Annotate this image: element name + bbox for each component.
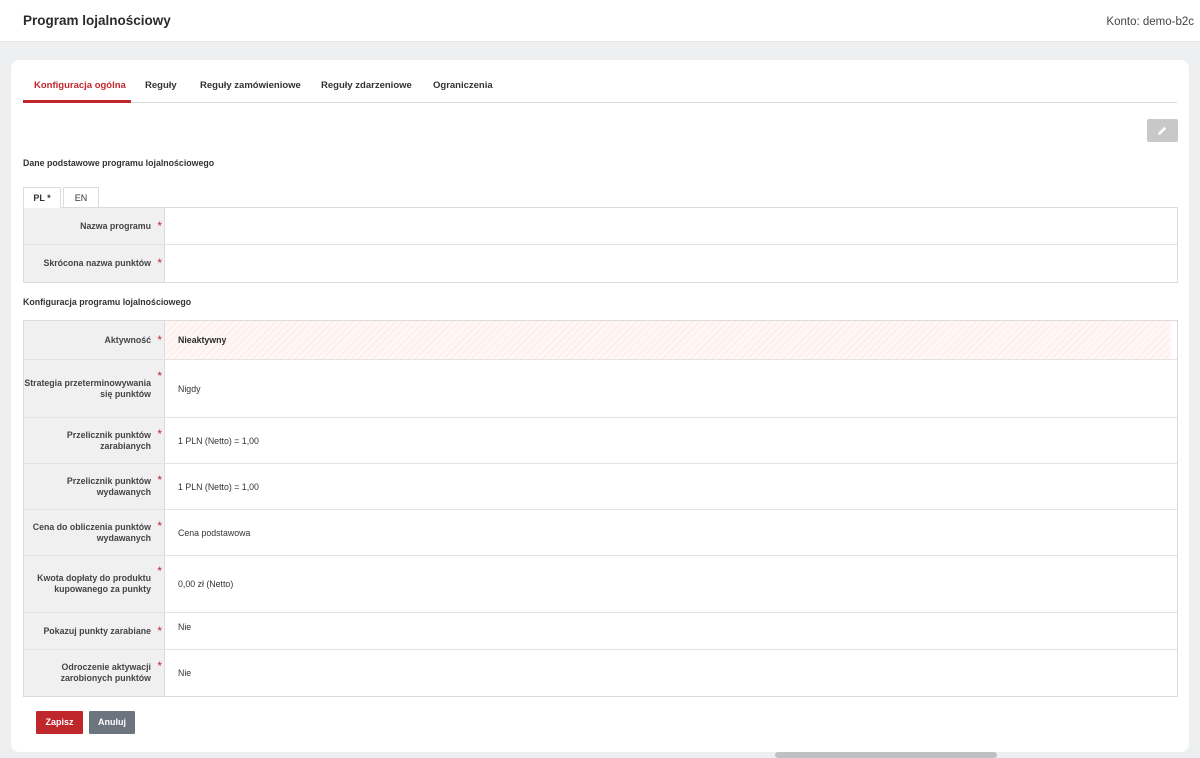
page-title: Program lojalnościowy [23, 13, 171, 28]
field-label: Aktywność * [24, 321, 165, 359]
basic-section-title: Dane podstawowe programu lojalnościowego [23, 158, 215, 168]
show-earned-points-value: Nie [178, 622, 192, 632]
expiry-strategy-value: Nigdy [178, 383, 201, 394]
form-row: Cena do obliczenia punktów wydawanych * C… [24, 510, 1177, 556]
form-row: Pokazuj punkty zarabiane * Nie [24, 613, 1177, 650]
cancel-button[interactable]: Anuluj [89, 711, 135, 734]
field-label: Skrócona nazwa punktów * [24, 245, 165, 282]
lang-tab-en[interactable]: EN [63, 187, 99, 208]
field-label: Odroczenie aktywacji zarobionych punktów… [24, 650, 165, 696]
field-label: Kwota dopłaty do produktu kupowanego za … [24, 556, 165, 612]
program-name-field[interactable] [165, 208, 1177, 244]
field-label: Przelicznik punktów zarabianych * [24, 418, 165, 463]
form-row: Strategia przeterminowywania się punktów… [24, 360, 1177, 418]
form-row: Nazwa programu * [24, 208, 1177, 245]
form-row: Przelicznik punktów wydawanych * 1 PLN (N… [24, 464, 1177, 510]
tab-limits[interactable]: Ograniczenia [433, 80, 493, 91]
spent-points-price-value: Cena podstawowa [178, 527, 251, 538]
lang-tab-pl[interactable]: PL * [23, 187, 61, 208]
field-label: Pokazuj punkty zarabiane * [24, 613, 165, 649]
form-row: Skrócona nazwa punktów * [24, 245, 1177, 282]
field-label: Nazwa programu * [24, 208, 165, 244]
earned-points-rate-value: 1 PLN (Netto) = 1,00 [178, 435, 259, 446]
active-tab-indicator [23, 100, 131, 103]
config-section-title: Konfiguracja programu lojalnościowego [23, 297, 192, 307]
basic-form: Nazwa programu * Skrócona nazwa punktów * [23, 207, 1178, 283]
tab-rules[interactable]: Reguły [145, 80, 177, 91]
main-card: Konfiguracja ogólna Reguły Reguły zamówi… [11, 60, 1189, 752]
field-label: Strategia przeterminowywania się punktów… [24, 360, 165, 417]
tab-general-config[interactable]: Konfiguracja ogólna [34, 80, 126, 91]
activation-delay-value: Nie [178, 668, 192, 678]
config-form: Aktywność * Nieaktywny Strategia przeterm… [23, 320, 1178, 697]
tab-bar: Konfiguracja ogólna Reguły Reguły zamówi… [23, 76, 1177, 103]
edit-button[interactable] [1147, 119, 1178, 142]
horizontal-scrollbar[interactable] [775, 752, 997, 758]
form-row: Przelicznik punktów zarabianych * 1 PLN (… [24, 418, 1177, 464]
pencil-icon [1158, 126, 1167, 135]
save-button[interactable]: Zapisz [36, 711, 83, 734]
tab-order-rules[interactable]: Reguły zamówieniowe [200, 80, 301, 91]
surcharge-value: 0,00 zł (Netto) [178, 579, 234, 589]
tab-event-rules[interactable]: Reguły zdarzeniowe [321, 80, 412, 91]
spent-points-rate-value: 1 PLN (Netto) = 1,00 [178, 481, 259, 492]
form-row: Odroczenie aktywacji zarobionych punktów… [24, 650, 1177, 696]
form-row: Aktywność * Nieaktywny [24, 321, 1177, 360]
form-row: Kwota dopłaty do produktu kupowanego za … [24, 556, 1177, 613]
top-bar: Program lojalnościowy Konto: demo-b2c [0, 0, 1200, 42]
field-label: Przelicznik punktów wydawanych * [24, 464, 165, 509]
account-label: Konto: demo-b2c [1106, 16, 1194, 28]
points-short-name-field[interactable] [165, 245, 1177, 282]
field-label: Cena do obliczenia punktów wydawanych * [24, 510, 165, 555]
activity-value: Nieaktywny [165, 321, 1171, 359]
